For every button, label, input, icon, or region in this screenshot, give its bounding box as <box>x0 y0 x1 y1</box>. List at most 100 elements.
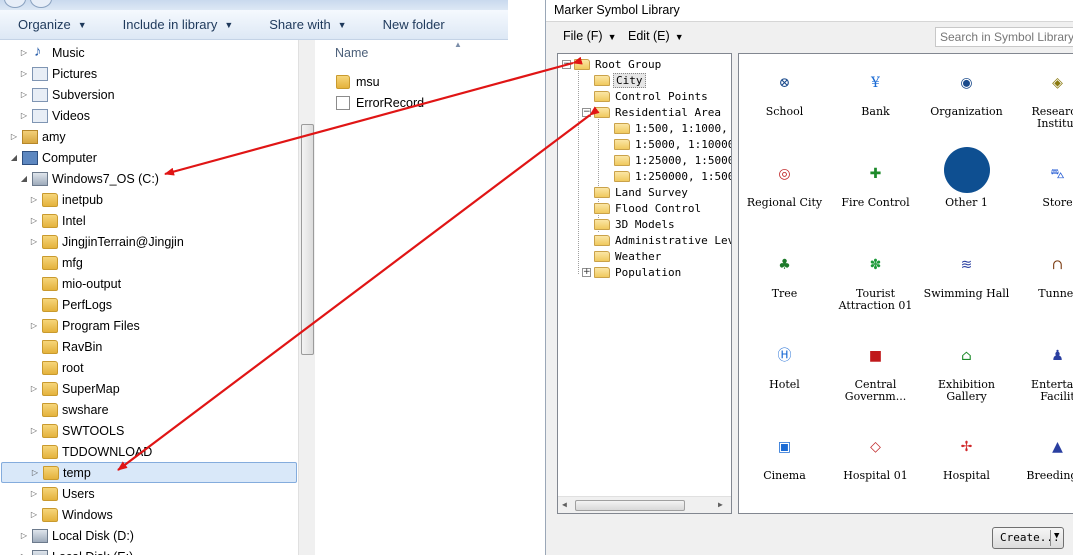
expand-arrow-icon[interactable]: ▷ <box>28 426 40 435</box>
symbol-item[interactable]: ✚ Fire Control <box>830 159 921 209</box>
symbol-item[interactable]: ≋ Swimming Hall <box>921 250 1012 300</box>
file-menu[interactable]: File (F) ▼ <box>563 29 617 43</box>
expand-arrow-icon[interactable]: ▷ <box>18 48 30 57</box>
expanded-arrow-icon[interactable]: ◢ <box>8 153 20 162</box>
nav-item[interactable]: ▷ Windows <box>28 504 113 525</box>
nav-item[interactable]: ▷ Local Disk (D:) <box>18 525 134 546</box>
nav-item[interactable]: root <box>28 357 84 378</box>
expand-arrow-icon[interactable]: ▷ <box>18 90 30 99</box>
symbol-item[interactable]: Ⓗ Hotel <box>739 341 830 391</box>
symbol-group-item[interactable]: Control Points <box>594 88 710 104</box>
symbol-item[interactable]: ▲ Breeding F <box>1012 432 1073 482</box>
nav-item[interactable]: ▷ Pictures <box>18 63 97 84</box>
nav-item[interactable]: RavBin <box>28 336 102 357</box>
symbol-group-item[interactable]: Administrative Lev <box>594 232 731 248</box>
expand-arrow-icon[interactable]: ▷ <box>28 510 40 519</box>
edit-menu[interactable]: Edit (E) ▼ <box>628 29 684 43</box>
nav-item[interactable]: ▷ SuperMap <box>28 378 120 399</box>
include-in-library-menu[interactable]: Include in library ▼ <box>105 17 252 32</box>
symbol-item[interactable]: ✽ Tourist Attraction 01 <box>830 250 921 312</box>
symbol-group-item[interactable]: 1:500, 1:1000, 1: <box>614 120 731 136</box>
nav-item[interactable]: ▷ Program Files <box>28 315 140 336</box>
symbol-group-item[interactable]: 3D Models <box>594 216 677 232</box>
collapse-icon[interactable]: − <box>562 59 571 69</box>
symbol-item[interactable]: ◎ Regional City <box>739 159 830 209</box>
nav-item[interactable]: ◢ Computer <box>8 147 97 168</box>
nav-item[interactable]: ▷ inetpub <box>28 189 103 210</box>
symbol-item[interactable]: ■ Central Governm... <box>830 341 921 403</box>
nav-item[interactable]: ▷ Music <box>18 42 85 63</box>
nav-item[interactable]: mio-output <box>28 273 121 294</box>
symbol-item[interactable]: ✢ Hospital <box>921 432 1012 482</box>
symbol-group-item[interactable]: − Root Group <box>562 56 663 72</box>
nav-item[interactable]: TDDOWNLOAD <box>28 441 152 462</box>
nav-item[interactable]: mfg <box>28 252 83 273</box>
expand-arrow-icon[interactable]: ▷ <box>28 216 40 225</box>
nav-item[interactable]: ▷ Intel <box>28 210 86 231</box>
chevron-down-icon[interactable]: ▼ <box>1054 531 1059 541</box>
nav-item[interactable]: ▷ amy <box>8 126 66 147</box>
symbol-group-item[interactable]: Flood Control <box>594 200 703 216</box>
symbol-item[interactable]: ▣ Cinema <box>739 432 830 482</box>
expand-arrow-icon[interactable]: ▷ <box>18 111 30 120</box>
back-button[interactable] <box>4 0 26 8</box>
scroll-left-icon[interactable]: ◀ <box>562 500 567 509</box>
symbol-item[interactable]: ◈ Research Institut <box>1012 68 1073 130</box>
symbol-group-item[interactable]: 1:250000, 1:5000 <box>614 168 731 184</box>
symbol-group-item[interactable]: 1:25000, 1:50000 <box>614 152 731 168</box>
symbol-group-item[interactable]: − Residential Area <box>582 104 723 120</box>
scroll-right-icon[interactable]: ▶ <box>718 500 723 509</box>
symbol-group-item[interactable]: 1:5000, 1:10000 <box>614 136 731 152</box>
symbol-name: Other 1 <box>945 196 988 209</box>
name-column-header[interactable]: Name <box>335 46 368 60</box>
nav-item[interactable]: PerfLogs <box>28 294 112 315</box>
symbol-group-item[interactable]: Weather <box>594 248 663 264</box>
expand-arrow-icon[interactable]: ▷ <box>29 468 41 477</box>
nav-item[interactable]: ▷ Users <box>28 483 95 504</box>
symbol-item[interactable]: ♣ Tree <box>739 250 830 300</box>
share-with-menu[interactable]: Share with ▼ <box>251 17 364 32</box>
expand-arrow-icon[interactable]: ▷ <box>28 237 40 246</box>
forward-button[interactable] <box>30 0 52 8</box>
expand-icon[interactable]: + <box>582 267 591 277</box>
symbol-item[interactable]: ⌂ Exhibition Gallery <box>921 341 1012 403</box>
nav-item[interactable]: ▷ JingjinTerrain@Jingjin <box>28 231 184 252</box>
symbol-item[interactable]: ⛍ Store <box>1012 159 1073 209</box>
expand-arrow-icon[interactable]: ▷ <box>28 384 40 393</box>
file-list-item[interactable]: msu <box>336 72 380 92</box>
nav-item[interactable]: ▷ temp <box>1 462 297 483</box>
nav-item[interactable]: swshare <box>28 399 109 420</box>
symbol-item[interactable]: ⊗ School <box>739 68 830 118</box>
navigation-scrollbar[interactable] <box>298 40 315 555</box>
expand-arrow-icon[interactable]: ▷ <box>28 489 40 498</box>
expanded-arrow-icon[interactable]: ◢ <box>18 174 30 183</box>
nav-item[interactable]: ◢ Windows7_OS (C:) <box>18 168 159 189</box>
nav-item[interactable]: ▷ Subversion <box>18 84 115 105</box>
tree-horizontal-scrollbar[interactable]: ◀ ▶ <box>558 496 731 513</box>
nav-item[interactable]: ▷Local Disk (E:) <box>18 546 133 555</box>
symbol-item[interactable]: ♟ Entertain Facilit <box>1012 341 1073 403</box>
symbol-item[interactable]: Other 1 <box>921 147 1012 209</box>
file-list-item[interactable]: ErrorRecord <box>336 93 424 113</box>
expand-arrow-icon[interactable]: ▷ <box>18 531 30 540</box>
collapse-icon[interactable]: − <box>582 107 591 117</box>
symbol-group-item[interactable]: City <box>594 72 646 88</box>
new-folder-button[interactable]: New folder <box>365 17 463 32</box>
symbol-item[interactable]: ∩ Tunnel <box>1012 250 1073 300</box>
expand-arrow-icon[interactable]: ▷ <box>28 195 40 204</box>
scrollbar-thumb[interactable] <box>301 124 314 355</box>
nav-item[interactable]: ▷ Videos <box>18 105 90 126</box>
symbol-group-item[interactable]: Land Survey <box>594 184 690 200</box>
organize-menu[interactable]: Organize ▼ <box>0 17 105 32</box>
symbol-search-input[interactable]: Search in Symbol Library <box>935 27 1073 47</box>
symbol-item[interactable]: ◇ Hospital 01 <box>830 432 921 482</box>
expand-arrow-icon[interactable]: ▷ <box>18 69 30 78</box>
symbol-item[interactable]: ◉ Organization <box>921 68 1012 118</box>
expand-arrow-icon[interactable]: ▷ <box>8 132 20 141</box>
create-button[interactable]: Create... ▼ <box>992 527 1064 549</box>
symbol-item[interactable]: ¥ Bank <box>830 68 921 118</box>
expand-arrow-icon[interactable]: ▷ <box>28 321 40 330</box>
symbol-group-item[interactable]: + Population <box>582 264 683 280</box>
scrollbar-thumb[interactable] <box>575 500 685 511</box>
nav-item[interactable]: ▷ SWTOOLS <box>28 420 124 441</box>
